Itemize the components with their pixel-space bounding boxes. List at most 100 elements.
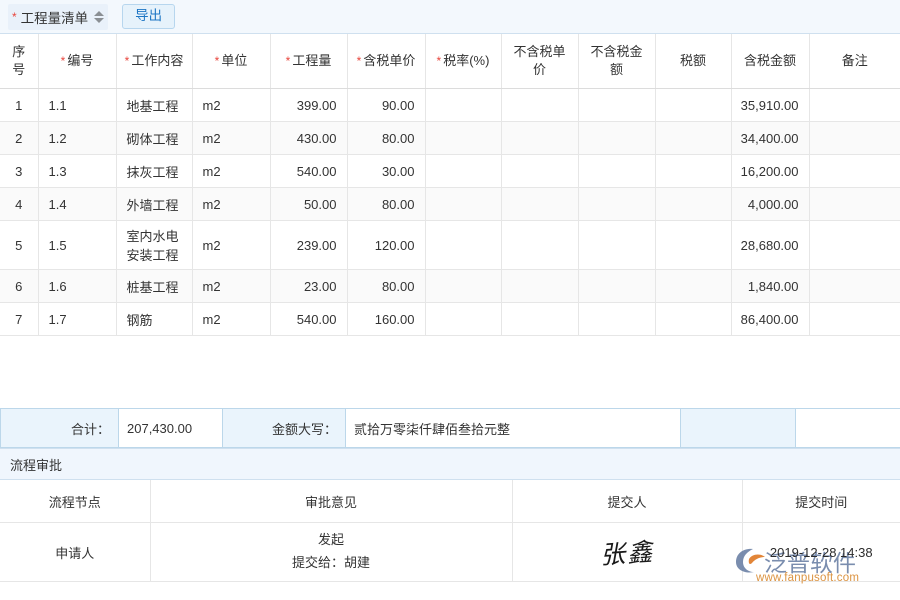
cell-code[interactable]: 1.2 <box>38 122 116 155</box>
totals-blank-cell-2 <box>796 409 900 448</box>
table-row[interactable]: 6 1.6 桩基工程 m2 23.00 80.00 1,840.00 <box>0 270 900 303</box>
col-header-tax-rate[interactable]: *税率(%) <box>425 34 501 89</box>
cell-remark[interactable] <box>809 270 900 303</box>
cell-price-without-tax[interactable] <box>501 221 578 270</box>
cell-price-with-tax[interactable]: 90.00 <box>347 89 425 122</box>
cell-price-with-tax[interactable]: 120.00 <box>347 221 425 270</box>
cell-quantity[interactable]: 239.00 <box>270 221 347 270</box>
cell-price-with-tax[interactable]: 160.00 <box>347 303 425 336</box>
col-header-unit[interactable]: *单位 <box>192 34 270 89</box>
cell-remark[interactable] <box>809 303 900 336</box>
cell-unit[interactable]: m2 <box>192 155 270 188</box>
cell-price-without-tax[interactable] <box>501 89 578 122</box>
table-row[interactable]: 1 1.1 地基工程 m2 399.00 90.00 35,910.00 <box>0 89 900 122</box>
cell-quantity[interactable]: 23.00 <box>270 270 347 303</box>
cell-quantity[interactable]: 540.00 <box>270 303 347 336</box>
spinner-up-down-icon[interactable] <box>94 11 104 23</box>
cell-content[interactable]: 桩基工程 <box>116 270 192 303</box>
cell-amount-without-tax[interactable] <box>578 188 655 221</box>
cell-amount-with-tax[interactable]: 35,910.00 <box>731 89 809 122</box>
cell-tax-rate[interactable] <box>425 122 501 155</box>
cell-amount-with-tax[interactable]: 1,840.00 <box>731 270 809 303</box>
cell-amount-with-tax[interactable]: 16,200.00 <box>731 155 809 188</box>
cell-code[interactable]: 1.7 <box>38 303 116 336</box>
cell-tax-rate[interactable] <box>425 89 501 122</box>
col-header-price-without-tax[interactable]: 不含税单价 <box>501 34 578 89</box>
cell-code[interactable]: 1.5 <box>38 221 116 270</box>
col-header-amount-with-tax[interactable]: 含税金额 <box>731 34 809 89</box>
cell-price-with-tax[interactable]: 80.00 <box>347 270 425 303</box>
cell-unit[interactable]: m2 <box>192 221 270 270</box>
cell-amount-without-tax[interactable] <box>578 303 655 336</box>
cell-remark[interactable] <box>809 155 900 188</box>
table-row[interactable]: 4 1.4 外墙工程 m2 50.00 80.00 4,000.00 <box>0 188 900 221</box>
cell-amount-without-tax[interactable] <box>578 221 655 270</box>
cell-remark[interactable] <box>809 122 900 155</box>
cell-quantity[interactable]: 399.00 <box>270 89 347 122</box>
cell-tax-amount[interactable] <box>655 122 731 155</box>
col-header-seq[interactable]: 序号 <box>0 34 38 89</box>
cell-unit[interactable]: m2 <box>192 89 270 122</box>
col-header-tax-amount[interactable]: 税额 <box>655 34 731 89</box>
cell-content[interactable]: 地基工程 <box>116 89 192 122</box>
cell-tax-amount[interactable] <box>655 89 731 122</box>
cell-amount-without-tax[interactable] <box>578 270 655 303</box>
cell-code[interactable]: 1.1 <box>38 89 116 122</box>
col-header-quantity[interactable]: *工程量 <box>270 34 347 89</box>
cell-price-with-tax[interactable]: 80.00 <box>347 122 425 155</box>
cell-code[interactable]: 1.3 <box>38 155 116 188</box>
cell-tax-amount[interactable] <box>655 270 731 303</box>
panel-title-selector[interactable]: * 工程量清单 <box>8 4 108 30</box>
cell-content[interactable]: 外墙工程 <box>116 188 192 221</box>
table-row[interactable]: 7 1.7 钢筋 m2 540.00 160.00 86,400.00 <box>0 303 900 336</box>
cell-amount-with-tax[interactable]: 34,400.00 <box>731 122 809 155</box>
cell-price-without-tax[interactable] <box>501 122 578 155</box>
cell-quantity[interactable]: 50.00 <box>270 188 347 221</box>
cell-content[interactable]: 砌体工程 <box>116 122 192 155</box>
cell-price-without-tax[interactable] <box>501 303 578 336</box>
cell-price-without-tax[interactable] <box>501 270 578 303</box>
export-button[interactable]: 导出 <box>122 4 175 29</box>
col-header-amount-without-tax[interactable]: 不含税金额 <box>578 34 655 89</box>
table-row[interactable]: 5 1.5 室内水电安装工程 m2 239.00 120.00 28,680.0… <box>0 221 900 270</box>
cell-content[interactable]: 钢筋 <box>116 303 192 336</box>
cell-code[interactable]: 1.4 <box>38 188 116 221</box>
cell-amount-without-tax[interactable] <box>578 122 655 155</box>
cell-amount-with-tax[interactable]: 28,680.00 <box>731 221 809 270</box>
cell-unit[interactable]: m2 <box>192 270 270 303</box>
cell-unit[interactable]: m2 <box>192 122 270 155</box>
cell-content[interactable]: 抹灰工程 <box>116 155 192 188</box>
cell-tax-amount[interactable] <box>655 303 731 336</box>
cell-amount-without-tax[interactable] <box>578 89 655 122</box>
cell-tax-amount[interactable] <box>655 188 731 221</box>
col-header-remark[interactable]: 备注 <box>809 34 900 89</box>
cell-remark[interactable] <box>809 89 900 122</box>
table-row[interactable]: 2 1.2 砌体工程 m2 430.00 80.00 34,400.00 <box>0 122 900 155</box>
cell-price-without-tax[interactable] <box>501 188 578 221</box>
cell-price-with-tax[interactable]: 30.00 <box>347 155 425 188</box>
cell-remark[interactable] <box>809 221 900 270</box>
table-row[interactable]: 3 1.3 抹灰工程 m2 540.00 30.00 16,200.00 <box>0 155 900 188</box>
cell-tax-rate[interactable] <box>425 221 501 270</box>
cell-amount-with-tax[interactable]: 4,000.00 <box>731 188 809 221</box>
cell-unit[interactable]: m2 <box>192 303 270 336</box>
cell-amount-with-tax[interactable]: 86,400.00 <box>731 303 809 336</box>
cell-price-without-tax[interactable] <box>501 155 578 188</box>
cell-price-with-tax[interactable]: 80.00 <box>347 188 425 221</box>
col-header-code[interactable]: *编号 <box>38 34 116 89</box>
cell-unit[interactable]: m2 <box>192 188 270 221</box>
cell-remark[interactable] <box>809 188 900 221</box>
cell-tax-rate[interactable] <box>425 155 501 188</box>
col-header-content[interactable]: *工作内容 <box>116 34 192 89</box>
cell-amount-without-tax[interactable] <box>578 155 655 188</box>
cell-code[interactable]: 1.6 <box>38 270 116 303</box>
cell-tax-amount[interactable] <box>655 155 731 188</box>
cell-content[interactable]: 室内水电安装工程 <box>116 221 192 270</box>
cell-quantity[interactable]: 540.00 <box>270 155 347 188</box>
col-header-price-with-tax[interactable]: *含税单价 <box>347 34 425 89</box>
cell-quantity[interactable]: 430.00 <box>270 122 347 155</box>
cell-tax-rate[interactable] <box>425 188 501 221</box>
cell-tax-rate[interactable] <box>425 270 501 303</box>
cell-tax-amount[interactable] <box>655 221 731 270</box>
cell-tax-rate[interactable] <box>425 303 501 336</box>
